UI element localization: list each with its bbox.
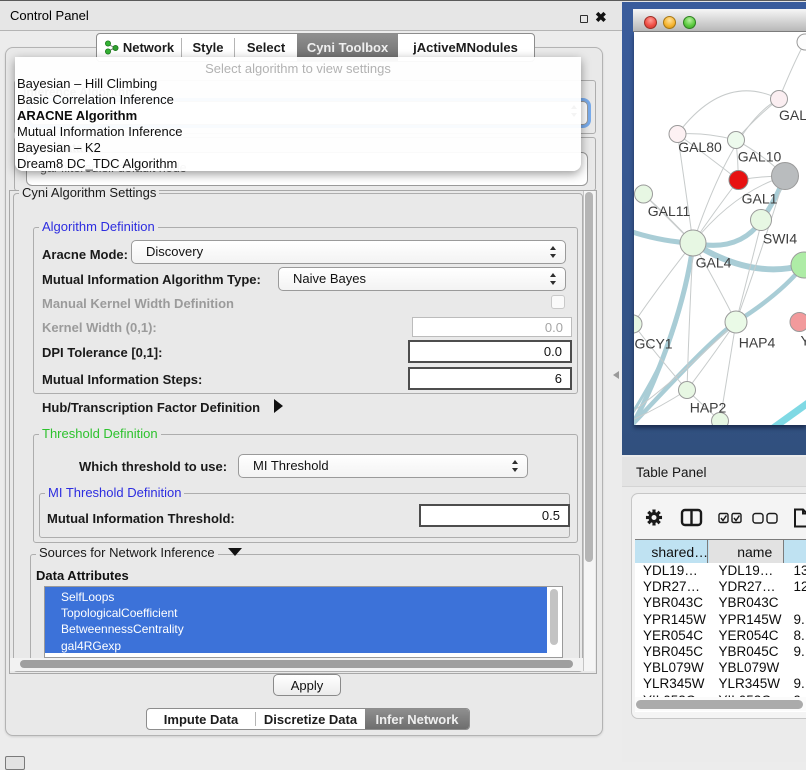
svg-text:GAL7: GAL7 [779,107,806,123]
svg-text:GCY1: GCY1 [634,335,672,351]
svg-text:SWI4: SWI4 [762,230,796,246]
svg-text:GAL80: GAL80 [678,139,722,155]
svg-text:HAP4: HAP4 [738,334,775,350]
svg-text:GAL4: GAL4 [695,254,731,270]
svg-text:YER: YER [800,332,806,348]
svg-text:GAL10: GAL10 [737,148,781,164]
svg-text:GAL1: GAL1 [741,190,777,206]
svg-text:HAP2: HAP2 [689,399,726,415]
svg-text:GAL11: GAL11 [647,203,690,219]
